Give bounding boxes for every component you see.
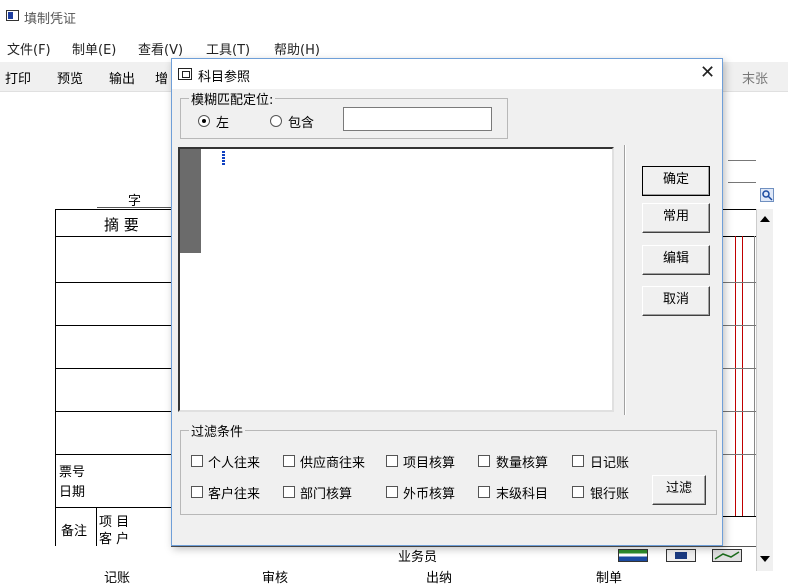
table-border [55,236,171,237]
amount-divider [754,236,755,516]
card-icon[interactable] [666,549,696,562]
dialog-title: 科目参照 [198,70,251,85]
row-line [55,411,171,412]
checkbox-bank-account-label: 银行账 [590,487,630,502]
row-line [55,507,171,508]
search-icon[interactable] [760,188,774,202]
row-line [723,282,756,283]
common-button[interactable]: 常用 [642,203,710,233]
row-line [723,411,756,412]
row-line [723,516,756,517]
radio-left[interactable] [198,115,210,127]
cancel-button[interactable]: 取消 [642,286,710,316]
checkbox-leaf-account[interactable] [478,486,490,498]
amount-divider [735,236,736,516]
checkbox-project-accounting-label: 项目核算 [403,456,456,471]
header-line [728,160,756,161]
word-label: 字 [128,194,142,209]
account-list[interactable] [178,147,614,412]
window-title-bar: 填制凭证 [0,0,788,32]
checkbox-customer-ar[interactable] [191,486,203,498]
fuzzy-match-legend: 模糊匹配定位: [191,93,274,108]
checkbox-foreign-currency-label: 外币核算 [403,487,456,502]
row-line [723,325,756,326]
last-page-button[interactable]: 末张 [742,68,768,87]
radio-contains[interactable] [270,115,282,127]
row-line [723,368,756,369]
text-caret [222,151,225,165]
menu-tools[interactable]: 工具(T) [206,39,250,58]
checkbox-supplier-ar-label: 供应商往来 [300,456,366,471]
bookkeeper-label: 记账 [104,571,131,586]
ticket-no-label: 票号 [59,465,86,480]
voucher-scrollbar[interactable] [756,209,773,571]
app-icon [6,10,19,21]
row-line [723,454,756,455]
menu-help[interactable]: 帮助(H) [274,39,320,58]
checkbox-customer-ar-label: 客户往来 [208,487,261,502]
checkbox-journal[interactable] [572,455,584,467]
menu-view[interactable]: 查看(V) [138,39,183,58]
filter-button[interactable]: 过滤 [652,475,706,505]
filter-conditions-legend: 过滤条件 [191,425,244,440]
menu-bar: 文件(F) 制单(E) 查看(V) 工具(T) 帮助(H) [0,35,788,59]
table-border [723,236,756,237]
checkbox-department-accounting[interactable] [283,486,295,498]
checkbox-foreign-currency[interactable] [386,486,398,498]
preview-button[interactable]: 预览 [57,68,83,87]
row-line [55,282,171,283]
scroll-down-icon[interactable] [760,556,770,562]
row-line [55,325,171,326]
summary-header: 摘 要 [104,216,139,234]
fuzzy-match-input[interactable] [343,107,492,131]
remarks-label: 备注 [61,524,88,539]
window-title: 填制凭证 [24,12,77,27]
checkbox-quantity-accounting[interactable] [478,455,490,467]
ok-button[interactable]: 确定 [642,166,710,196]
row-line [55,368,171,369]
add-button[interactable]: 增 [155,68,168,87]
dialog-title-bar: 科目参照 ✕ [172,59,722,89]
salesperson-label: 业务员 [398,550,438,565]
dialog-app-icon [178,68,192,80]
checkbox-journal-label: 日记账 [590,456,630,471]
customer-label: 客 户 [99,532,130,547]
chart-icon[interactable] [712,549,742,562]
footer-line [171,546,756,547]
amount-divider [742,236,743,516]
header-line [728,182,756,183]
table-border [55,209,171,210]
ledger-icon[interactable] [618,549,648,562]
radio-contains-label: 包含 [288,116,315,131]
print-button[interactable]: 打印 [5,68,31,87]
export-button[interactable]: 输出 [109,68,135,87]
table-border [723,209,756,210]
checkbox-bank-account[interactable] [572,486,584,498]
reviewer-label: 审核 [262,571,289,586]
checkbox-supplier-ar[interactable] [283,455,295,467]
checkbox-leaf-account-label: 末级科目 [496,487,549,502]
checkbox-personal-ar[interactable] [191,455,203,467]
cashier-label: 出纳 [426,571,453,586]
checkbox-department-accounting-label: 部门核算 [300,487,353,502]
menu-file[interactable]: 文件(F) [7,39,51,58]
account-reference-dialog: 科目参照 ✕ 模糊匹配定位: 左 包含 确定 常用 编辑 取消 过滤条件 个人往… [171,58,723,546]
date-label: 日期 [59,485,86,500]
vertical-separator [624,145,626,415]
scroll-up-icon[interactable] [760,216,770,222]
edit-button[interactable]: 编辑 [642,245,710,275]
remarks-divider [96,507,97,546]
maker-label: 制单 [596,571,623,586]
radio-left-label: 左 [216,116,230,131]
menu-make[interactable]: 制单(E) [72,39,116,58]
checkbox-project-accounting[interactable] [386,455,398,467]
checkbox-quantity-accounting-label: 数量核算 [496,456,549,471]
table-border [55,209,56,546]
row-line [55,454,171,455]
checkbox-personal-ar-label: 个人往来 [208,456,261,471]
list-row-header [180,149,201,253]
close-icon[interactable]: ✕ [700,62,715,83]
